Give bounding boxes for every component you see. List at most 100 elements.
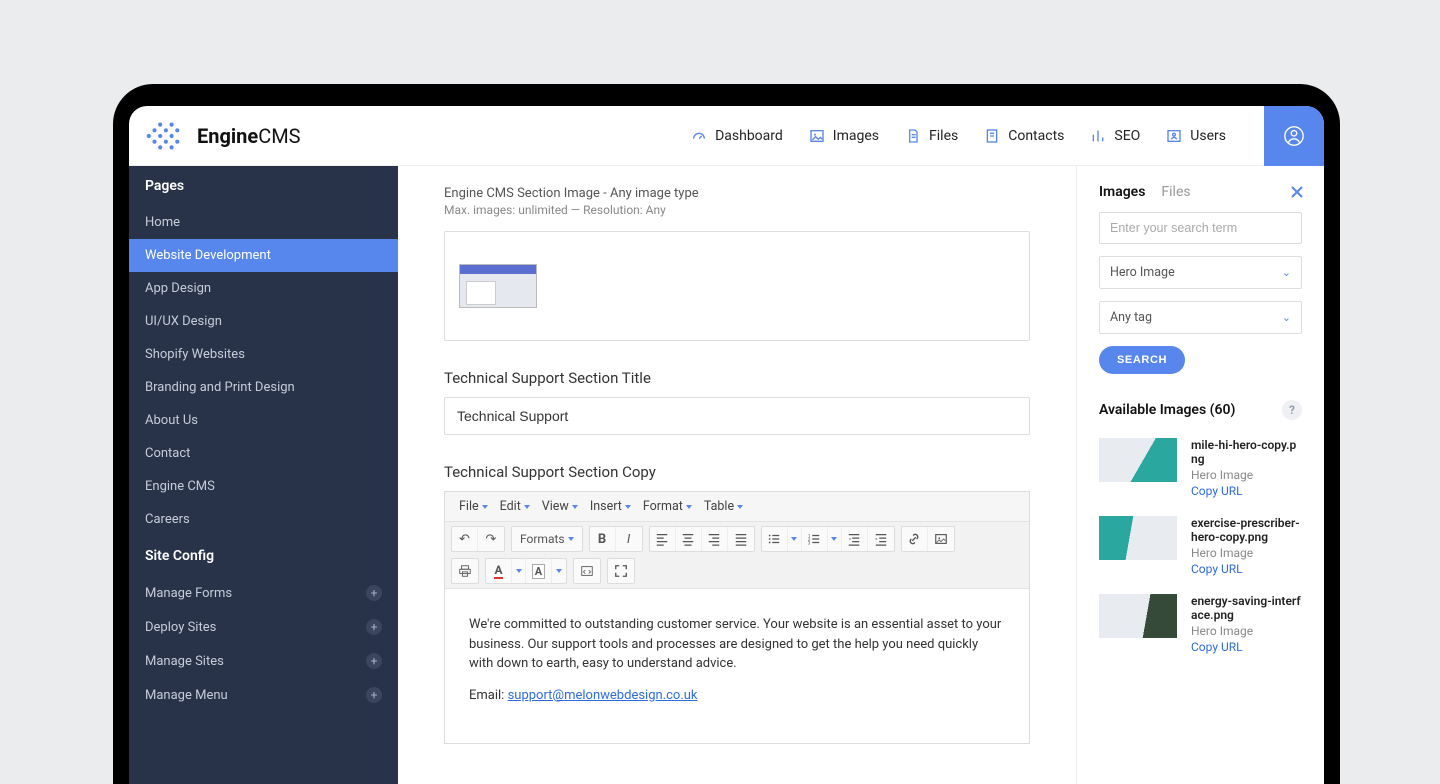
- asset-copy-url[interactable]: Copy URL: [1191, 640, 1302, 654]
- text-color-dropdown[interactable]: [512, 559, 526, 583]
- link-icon: [907, 532, 921, 546]
- image-dropzone[interactable]: [444, 231, 1030, 341]
- title-input[interactable]: [444, 397, 1030, 435]
- nav-images[interactable]: Images: [809, 128, 879, 144]
- editor-paragraph: We're committed to outstanding customer …: [469, 615, 1005, 674]
- editor-body[interactable]: We're committed to outstanding customer …: [445, 589, 1029, 743]
- source-code-button[interactable]: [574, 559, 600, 583]
- nav-dashboard[interactable]: Dashboard: [691, 128, 783, 144]
- sidebar-item-label: Manage Sites: [145, 654, 224, 669]
- sidebar-item-label: UI/UX Design: [145, 314, 222, 329]
- sidebar-item-website-development[interactable]: Website Development: [129, 239, 398, 272]
- sidebar-item-app-design[interactable]: App Design: [129, 272, 398, 305]
- print-button[interactable]: [452, 559, 478, 583]
- numbered-list-dropdown[interactable]: [828, 527, 842, 551]
- asset-tag-select[interactable]: Any tag ⌄: [1099, 301, 1302, 334]
- sidebar-item-shopify[interactable]: Shopify Websites: [129, 338, 398, 371]
- section-image-type: Engine CMS Section Image - Any image typ…: [444, 186, 1030, 201]
- asset-copy-url[interactable]: Copy URL: [1191, 562, 1302, 576]
- chevron-down-icon: [516, 569, 522, 573]
- sidebar-item-label: App Design: [145, 281, 211, 296]
- asset-list-item[interactable]: exercise-prescriber-hero-copy.png Hero I…: [1099, 516, 1302, 576]
- italic-button[interactable]: I: [616, 527, 642, 551]
- align-justify-icon: [734, 532, 748, 546]
- editor-menu-table[interactable]: Table: [698, 496, 749, 517]
- sidebar-item-label: Website Development: [145, 248, 271, 263]
- editor-menu-insert[interactable]: Insert: [584, 496, 637, 517]
- undo-button[interactable]: ↶: [452, 527, 478, 551]
- tab-images[interactable]: Images: [1099, 184, 1145, 200]
- asset-copy-url[interactable]: Copy URL: [1191, 484, 1302, 498]
- tab-files[interactable]: Files: [1161, 184, 1190, 200]
- sidebar-item-about[interactable]: About Us: [129, 404, 398, 437]
- fullscreen-button[interactable]: [608, 559, 634, 583]
- contacts-icon: [984, 128, 1000, 144]
- plus-icon[interactable]: +: [366, 687, 382, 703]
- redo-button[interactable]: ↷: [478, 527, 504, 551]
- text-color-button[interactable]: A: [486, 559, 512, 583]
- align-right-button[interactable]: [702, 527, 728, 551]
- brand-logo[interactable]: EngineCMS: [145, 120, 301, 152]
- profile-avatar[interactable]: [1264, 106, 1324, 166]
- asset-category-select[interactable]: Hero Image ⌄: [1099, 256, 1302, 289]
- expand-icon: [614, 564, 628, 578]
- insert-image-button[interactable]: [928, 527, 954, 551]
- nav-label: Contacts: [1008, 128, 1064, 144]
- nav-seo[interactable]: SEO: [1090, 128, 1140, 144]
- sidebar-item-manage-forms[interactable]: Manage Forms +: [129, 576, 398, 610]
- align-center-button[interactable]: [676, 527, 702, 551]
- indent-button[interactable]: [868, 527, 894, 551]
- outdent-button[interactable]: [842, 527, 868, 551]
- sidebar-item-label: Manage Menu: [145, 688, 228, 703]
- editor-menu-format[interactable]: Format: [637, 496, 698, 517]
- chevron-down-icon: [524, 505, 530, 509]
- formats-dropdown[interactable]: Formats: [512, 527, 582, 551]
- close-panel-button[interactable]: [1290, 184, 1304, 203]
- plus-icon[interactable]: +: [366, 585, 382, 601]
- sidebar-item-home[interactable]: Home: [129, 206, 398, 239]
- bullet-list-button[interactable]: [762, 527, 788, 551]
- copy-field-label: Technical Support Section Copy: [444, 463, 1030, 481]
- sidebar-item-label: Engine CMS: [145, 479, 215, 494]
- align-right-icon: [707, 532, 721, 546]
- asset-search-input[interactable]: [1099, 212, 1302, 244]
- sidebar-item-manage-sites[interactable]: Manage Sites +: [129, 644, 398, 678]
- editor-menubar: File Edit View Insert Format Table: [445, 492, 1029, 522]
- asset-list-item[interactable]: mile-hi-hero-copy.png Hero Image Copy UR…: [1099, 438, 1302, 498]
- bullet-list-dropdown[interactable]: [788, 527, 802, 551]
- highlight-dropdown[interactable]: [552, 559, 566, 583]
- sidebar-item-engine-cms[interactable]: Engine CMS: [129, 470, 398, 503]
- sidebar-item-manage-menu[interactable]: Manage Menu +: [129, 678, 398, 712]
- asset-search-button[interactable]: SEARCH: [1099, 346, 1185, 374]
- sidebar-item-label: Shopify Websites: [145, 347, 245, 362]
- code-icon: [580, 564, 594, 578]
- numbered-list-button[interactable]: 123: [802, 527, 828, 551]
- sidebar-item-branding[interactable]: Branding and Print Design: [129, 371, 398, 404]
- help-icon[interactable]: ?: [1282, 400, 1302, 420]
- editor-menu-view[interactable]: View: [536, 496, 584, 517]
- sidebar-item-contact[interactable]: Contact: [129, 437, 398, 470]
- link-button[interactable]: [902, 527, 928, 551]
- sidebar-item-uiux[interactable]: UI/UX Design: [129, 305, 398, 338]
- nav-files[interactable]: Files: [905, 128, 958, 144]
- sidebar-item-deploy-sites[interactable]: Deploy Sites +: [129, 610, 398, 644]
- nav-users[interactable]: Users: [1166, 128, 1226, 144]
- email-link[interactable]: support@melonwebdesign.co.uk: [508, 688, 698, 703]
- image-thumbnail[interactable]: [459, 264, 537, 308]
- numbered-list-icon: 123: [807, 532, 821, 546]
- sidebar-item-label: Contact: [145, 446, 190, 461]
- align-left-button[interactable]: [650, 527, 676, 551]
- plus-icon[interactable]: +: [366, 653, 382, 669]
- plus-icon[interactable]: +: [366, 619, 382, 635]
- nav-contacts[interactable]: Contacts: [984, 128, 1064, 144]
- asset-category: Hero Image: [1191, 468, 1302, 482]
- editor-menu-file[interactable]: File: [453, 496, 494, 517]
- editor-menu-edit[interactable]: Edit: [494, 496, 536, 517]
- align-justify-button[interactable]: [728, 527, 754, 551]
- sidebar-item-careers[interactable]: Careers: [129, 503, 398, 536]
- highlight-button[interactable]: A: [526, 559, 552, 583]
- bold-button[interactable]: B: [590, 527, 616, 551]
- asset-list-item[interactable]: energy-saving-interface.png Hero Image C…: [1099, 594, 1302, 654]
- image-icon: [934, 532, 948, 546]
- sidebar-item-label: Home: [145, 215, 180, 230]
